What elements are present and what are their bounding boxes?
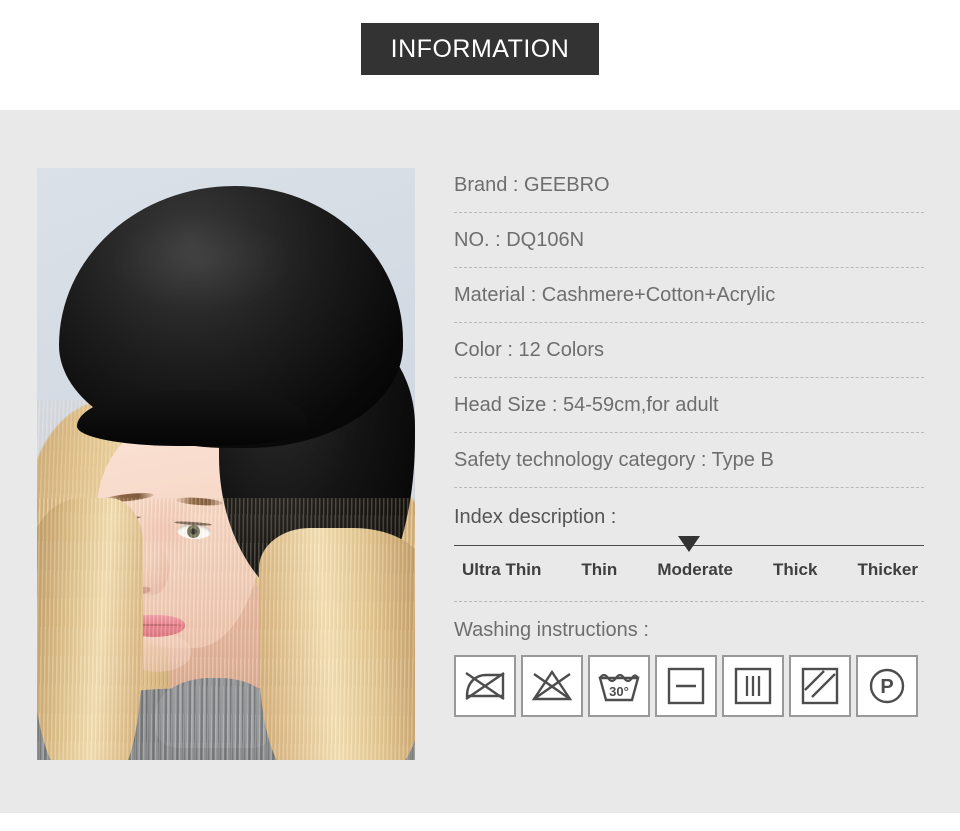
index-description-block: Index description : Ultra Thin Thin Mode…	[454, 488, 924, 602]
spec-material: Material : Cashmere+Cotton+Acrylic	[454, 283, 776, 306]
index-level-thin: Thin	[581, 560, 618, 579]
washing-icon-row: 30° P	[454, 655, 924, 717]
machine-wash-30-icon: 30°	[588, 655, 650, 717]
spec-color: Color : 12 Colors	[454, 338, 605, 361]
svg-text:P: P	[880, 676, 893, 698]
washing-instructions-title: Washing instructions :	[454, 619, 649, 641]
spec-brand: Brand : GEEBRO	[454, 173, 610, 196]
model-hair-front-texture	[37, 498, 415, 760]
spec-row-number: NO. : DQ106N	[454, 213, 924, 268]
index-scale-line	[454, 536, 924, 552]
do-not-bleach-icon	[521, 655, 583, 717]
spec-row-safety: Safety technology category : Type B	[454, 433, 924, 488]
beret-headband	[77, 390, 307, 446]
professional-dry-clean-p-icon: P	[856, 655, 918, 717]
spec-row-material: Material : Cashmere+Cotton+Acrylic	[454, 268, 924, 323]
spec-number: NO. : DQ106N	[454, 228, 585, 251]
information-header-label: INFORMATION	[390, 34, 570, 63]
header-zone: INFORMATION	[0, 0, 960, 110]
index-level-moderate: Moderate	[657, 560, 733, 579]
dry-flat-icon	[655, 655, 717, 717]
do-not-wring-icon	[454, 655, 516, 717]
beret-highlight	[111, 214, 291, 310]
information-header-badge: INFORMATION	[361, 23, 599, 75]
washing-instructions-block: Washing instructions : 30° P	[454, 602, 924, 717]
drip-dry-icon	[722, 655, 784, 717]
svg-text:30°: 30°	[609, 684, 629, 699]
index-level-thicker: Thicker	[857, 560, 918, 579]
product-photo	[37, 168, 415, 760]
spec-safety-category: Safety technology category : Type B	[454, 448, 774, 471]
index-scale-marker	[678, 536, 700, 552]
index-washing-divider	[454, 600, 924, 602]
index-scale-labels: Ultra Thin Thin Moderate Thick Thicker	[454, 560, 924, 580]
spec-head-size: Head Size : 54-59cm,for adult	[454, 393, 719, 416]
index-level-ultra-thin: Ultra Thin	[462, 560, 542, 579]
index-description-title: Index description :	[454, 506, 617, 528]
spec-row-brand: Brand : GEEBRO	[454, 158, 924, 213]
product-info-column: Brand : GEEBRO NO. : DQ106N Material : C…	[454, 158, 924, 717]
spec-row-head-size: Head Size : 54-59cm,for adult	[454, 378, 924, 433]
dry-in-shade-icon	[789, 655, 851, 717]
information-panel: Brand : GEEBRO NO. : DQ106N Material : C…	[0, 110, 960, 813]
index-level-thick: Thick	[773, 560, 818, 579]
spec-row-color: Color : 12 Colors	[454, 323, 924, 378]
